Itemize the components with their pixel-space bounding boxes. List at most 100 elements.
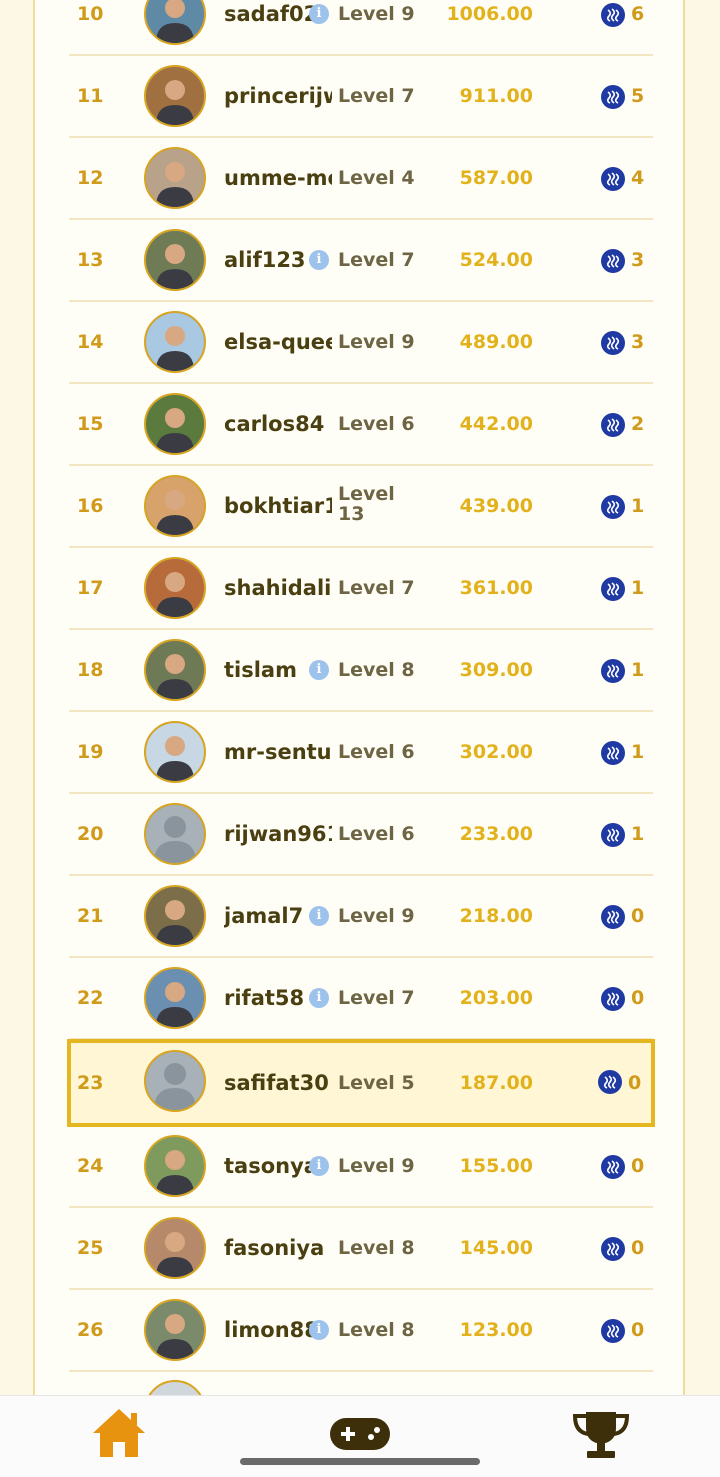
username[interactable]: elsa-quee (224, 302, 332, 382)
reward-count: 1 (631, 577, 645, 599)
leaderboard-row[interactable]: 10 sadaf02 i Level 9 1006.00 6 (69, 0, 653, 56)
rank-number: 24 (77, 1155, 104, 1177)
username[interactable]: shahidalim (224, 548, 332, 628)
rank-number: 20 (77, 823, 104, 845)
gamepad-icon (330, 1418, 390, 1456)
leaderboard-row[interactable]: 13 alif123 i Level 7 524.00 3 (69, 220, 653, 302)
leaderboard-row[interactable]: 11 princerijw Level 7 911.00 5 (69, 56, 653, 138)
score-value: 361.00 (459, 577, 533, 599)
leaderboard-row[interactable]: 22 rifat58 i Level 7 203.00 0 (69, 958, 653, 1040)
username[interactable]: fasoniya (224, 1208, 332, 1288)
steem-coin-icon (601, 1319, 625, 1343)
steem-coin-icon (601, 577, 625, 601)
username[interactable]: safifat30 (224, 1043, 332, 1123)
reward-count: 5 (631, 85, 645, 107)
avatar (144, 1050, 206, 1112)
leaderboard-row[interactable]: 12 umme-mo Level 4 587.00 4 (69, 138, 653, 220)
info-icon[interactable]: i (309, 988, 329, 1008)
info-icon[interactable]: i (309, 250, 329, 270)
username[interactable]: bokhtiar1 (224, 466, 332, 546)
reward-count: 1 (631, 495, 645, 517)
rank-number: 16 (77, 495, 104, 517)
username[interactable]: umme-mo (224, 138, 332, 218)
score-value: 309.00 (459, 659, 533, 681)
score-value: 218.00 (459, 905, 533, 927)
avatar (144, 147, 206, 209)
current-user-row[interactable]: 23 safifat30 Level 5 187.00 0 (67, 1039, 655, 1127)
user-level: Level 5 (338, 1072, 415, 1094)
username[interactable]: rijwan961 (224, 794, 332, 874)
steem-coin-icon (601, 659, 625, 683)
nav-leaderboard[interactable] (572, 1410, 630, 1464)
reward-count: 1 (631, 823, 645, 845)
info-icon[interactable]: i (309, 1320, 329, 1340)
steem-coin-icon (601, 1237, 625, 1261)
info-icon[interactable]: i (309, 1156, 329, 1176)
home-icon (90, 1409, 148, 1464)
reward-count: 0 (631, 1319, 645, 1341)
avatar (144, 1380, 206, 1395)
rank-number: 18 (77, 659, 104, 681)
steem-coin-icon (598, 1070, 622, 1094)
avatar (144, 557, 206, 619)
leaderboard-row[interactable]: 20 rijwan961 Level 6 233.00 1 (69, 794, 653, 876)
username[interactable]: mr-sentu (224, 712, 332, 792)
leaderboard-row[interactable]: 25 fasoniya Level 8 145.00 0 (69, 1208, 653, 1290)
steem-coin-icon (601, 905, 625, 929)
score-value: 489.00 (459, 331, 533, 353)
info-icon[interactable]: i (309, 906, 329, 926)
reward-count: 2 (631, 413, 645, 435)
score-value: 155.00 (459, 1155, 533, 1177)
user-level: Level 9 (338, 3, 415, 25)
rank-number: 22 (77, 987, 104, 1009)
leaderboard-row[interactable]: 18 tislam i Level 8 309.00 1 (69, 630, 653, 712)
score-value: 123.00 (459, 1319, 533, 1341)
score-value: 442.00 (459, 413, 533, 435)
steem-coin-icon (601, 85, 625, 109)
steem-coin-icon (601, 3, 625, 27)
score-value: 187.00 (459, 1072, 533, 1094)
rank-number: 25 (77, 1237, 104, 1259)
nav-games[interactable] (330, 1416, 390, 1456)
user-level: Level 13 (338, 484, 395, 525)
avatar (144, 65, 206, 127)
score-value: 203.00 (459, 987, 533, 1009)
leaderboard-row[interactable]: 15 carlos84 Level 6 442.00 2 (69, 384, 653, 466)
steem-coin-icon (601, 1155, 625, 1179)
user-level: Level 9 (338, 1155, 415, 1177)
score-value: 233.00 (459, 823, 533, 845)
info-icon[interactable]: i (309, 4, 329, 24)
steem-coin-icon (601, 823, 625, 847)
user-level: Level 8 (338, 1319, 415, 1341)
leaderboard-row[interactable]: 16 bokhtiar1 Level 13 439.00 1 (69, 466, 653, 548)
reward-count: 4 (631, 167, 645, 189)
leaderboard-row[interactable]: 19 mr-sentu Level 6 302.00 1 (69, 712, 653, 794)
avatar (144, 475, 206, 537)
leaderboard-row[interactable]: 21 jamal7 i Level 9 218.00 0 (69, 876, 653, 958)
leaderboard-row[interactable]: 26 limon88 i Level 8 123.00 0 (69, 1290, 653, 1372)
score-value: 587.00 (459, 167, 533, 189)
steem-coin-icon (601, 495, 625, 519)
reward-count: 0 (631, 987, 645, 1009)
steem-coin-icon (601, 741, 625, 765)
username[interactable]: carlos84 (224, 384, 332, 464)
score-value: 524.00 (459, 249, 533, 271)
user-level: Level 7 (338, 249, 415, 271)
avatar (144, 639, 206, 701)
username[interactable]: princerijw (224, 56, 332, 136)
user-level: Level 4 (338, 167, 415, 189)
user-level: Level 8 (338, 1237, 415, 1259)
rank-number: 17 (77, 577, 104, 599)
info-icon[interactable]: i (309, 660, 329, 680)
steem-coin-icon (601, 167, 625, 191)
rank-number: 15 (77, 413, 104, 435)
reward-count: 3 (631, 249, 645, 271)
leaderboard-row[interactable]: 24 tasonya i Level 9 155.00 0 (69, 1126, 653, 1208)
user-level: Level 9 (338, 905, 415, 927)
leaderboard-row[interactable]: 14 elsa-quee Level 9 489.00 3 (69, 302, 653, 384)
reward-count: 0 (631, 1155, 645, 1177)
leaderboard-row[interactable]: 17 shahidalim Level 7 361.00 1 (69, 548, 653, 630)
rank-number: 14 (77, 331, 104, 353)
nav-home[interactable] (90, 1406, 148, 1464)
score-value: 145.00 (459, 1237, 533, 1259)
